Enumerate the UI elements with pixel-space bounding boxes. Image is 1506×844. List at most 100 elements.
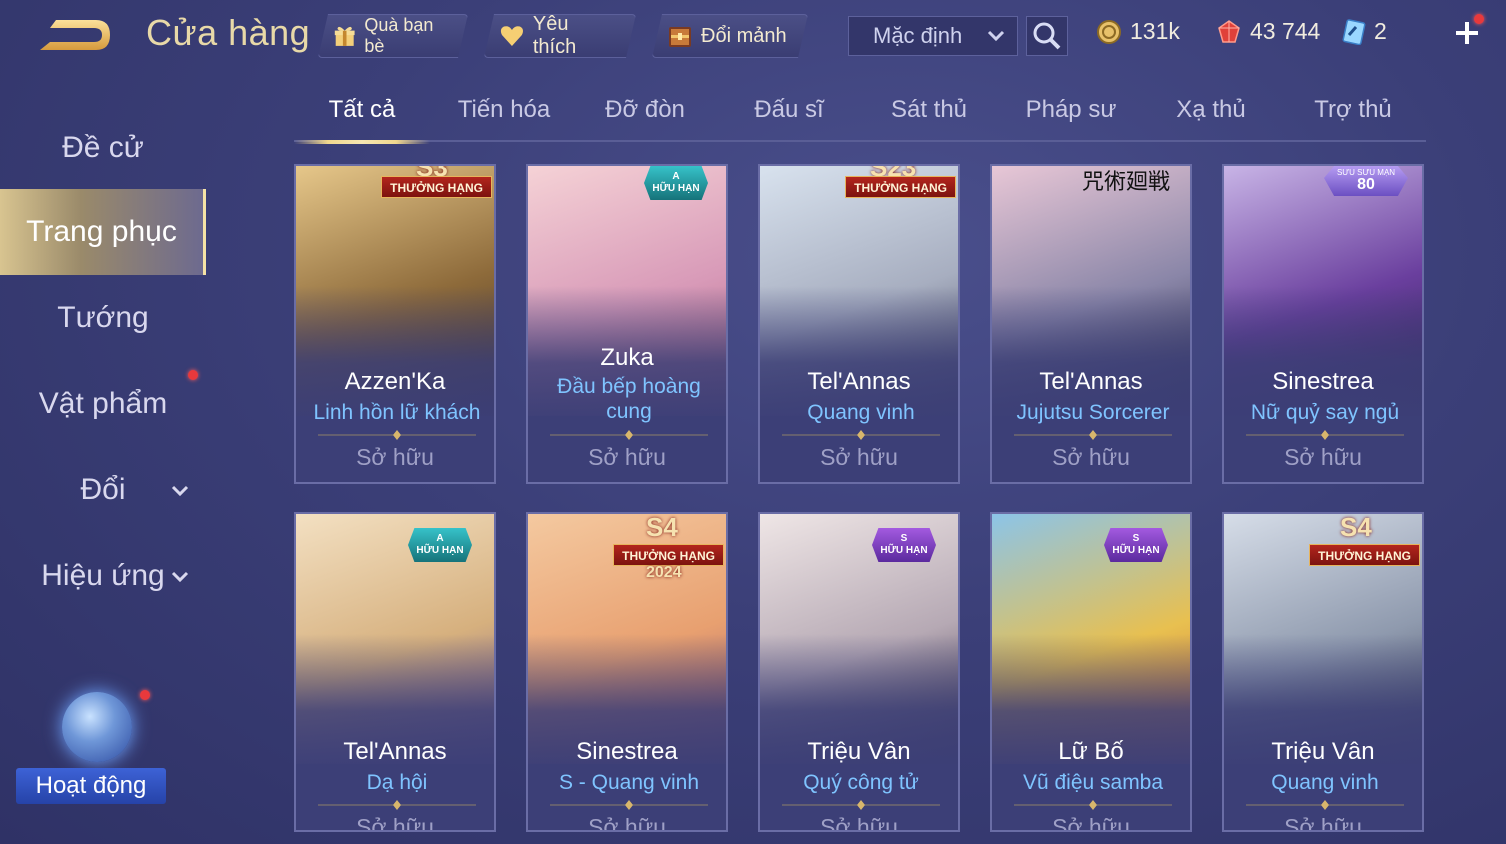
separator-ornament <box>1014 430 1172 440</box>
sidebar-item-effects[interactable]: Hiệu ứng <box>0 536 206 616</box>
favorite-label: Yêu thích <box>532 13 577 58</box>
skin-card[interactable]: S4 THƯỞNG HẠNG Triệu Vân Quang vinh Sở h… <box>1222 512 1424 832</box>
sidebar-item-exchange[interactable]: Đổi <box>0 450 206 530</box>
owned-status: Sở hữu <box>820 814 898 832</box>
hero-name: Tel'Annas <box>1039 368 1143 395</box>
limited-label: HỮU HẠN <box>652 183 700 194</box>
hero-name: Sinestrea <box>576 738 678 765</box>
collection-number: 80 <box>1357 176 1375 193</box>
owned-status: Sở hữu <box>1052 444 1130 470</box>
skin-name: Vũ điệu samba <box>1022 771 1164 794</box>
search-button[interactable] <box>1026 16 1068 56</box>
year-label: 2024 <box>646 564 682 581</box>
separator-ornament <box>1246 800 1404 810</box>
owned-status: Sở hữu <box>1284 814 1362 832</box>
tab-fighter[interactable]: Đấu sĩ <box>724 96 854 140</box>
skin-name: Jujutsu Sorcerer <box>1016 401 1170 424</box>
limited-label: HỮU HẠN <box>1112 545 1160 556</box>
notification-dot <box>140 690 150 700</box>
skin-card[interactable]: S HỮU HẠN Triệu Vân Quý công tử Sở hữu <box>758 512 960 832</box>
limited-label: HỮU HẠN <box>880 545 928 556</box>
chevron-down-icon <box>171 571 189 583</box>
hero-name: Zuka <box>600 344 654 371</box>
limited-badge: S HỮU HẠN <box>1104 528 1168 562</box>
grade-letter: A <box>436 533 444 544</box>
sidebar-item-heroes[interactable]: Tướng <box>0 278 206 358</box>
limited-badge: S HỮU HẠN <box>872 528 936 562</box>
heart-icon <box>499 23 525 49</box>
treasure-chest-icon <box>667 23 693 49</box>
tab-mage[interactable]: Pháp sư <box>1006 96 1136 140</box>
owned-status: Sở hữu <box>820 444 898 470</box>
skin-name: Nữ quỷ say ngủ <box>1250 401 1400 424</box>
hero-name: Sinestrea <box>1272 368 1374 395</box>
skin-grid: S3 THƯỞNG HẠNG Azzen'Ka Linh hồn lữ khác… <box>294 164 1426 844</box>
notification-dot <box>188 370 198 380</box>
owned-status: Sở hữu <box>356 814 434 832</box>
search-icon <box>1033 22 1061 50</box>
grade-letter: S <box>1132 533 1140 544</box>
sort-dropdown[interactable]: Mặc định <box>848 16 1018 56</box>
separator-ornament <box>782 430 940 440</box>
skin-name: Quang vinh <box>807 401 915 424</box>
favorite-button[interactable]: Yêu thích <box>484 14 636 58</box>
sidebar-item-label: Tướng <box>57 301 149 334</box>
fragment-exchange-button[interactable]: Đổi mảnh <box>652 14 808 58</box>
grade-letter: S <box>900 533 908 544</box>
skin-card[interactable]: S3 THƯỞNG HẠNG Azzen'Ka Linh hồn lữ khác… <box>294 164 496 484</box>
ruby-amount: 43 744 <box>1250 18 1321 44</box>
back-arrow-icon[interactable] <box>34 14 114 56</box>
skin-card[interactable]: A HỮU HẠN Tel'Annas Dạ hội Sở hữu <box>294 512 496 832</box>
skin-name: Linh hồn lữ khách <box>313 401 481 424</box>
tab-marksman[interactable]: Xạ thủ <box>1146 96 1276 140</box>
hero-name: Triệu Vân <box>807 738 911 765</box>
separator-ornament <box>318 800 476 810</box>
separator-ornament <box>1014 800 1172 810</box>
skin-card[interactable]: S23 THƯỞNG HẠNG Tel'Annas Quang vinh Sở … <box>758 164 960 484</box>
separator-ornament <box>318 430 476 440</box>
event-button[interactable]: Hoạt động <box>16 692 166 822</box>
skin-card[interactable]: SƯU SƯU MẠN 80 Sinestrea Nữ quỷ say ngủ S… <box>1222 164 1424 484</box>
limited-badge: A HỮU HẠN <box>408 528 472 562</box>
limited-label: HỮU HẠN <box>416 545 464 556</box>
ruby-gem-icon <box>1218 19 1240 43</box>
sidebar-item-items[interactable]: Vật phẩm <box>0 364 206 444</box>
tab-all[interactable]: Tất cả <box>294 96 430 144</box>
tab-support[interactable]: Trợ thủ <box>1288 96 1418 140</box>
rank-reward-badge: THƯỞNG HẠNG <box>381 176 492 198</box>
skin-card[interactable]: A HỮU HẠN Zuka Đầu bếp hoàng cung Sở hữu <box>526 164 728 484</box>
skin-card[interactable]: 咒術廻戦 Tel'Annas Jujutsu Sorcerer Sở hữu <box>990 164 1192 484</box>
hero-name: Tel'Annas <box>343 738 447 765</box>
rank-reward-badge: THƯỞNG HẠNG <box>613 544 724 566</box>
friend-gift-button[interactable]: Quà bạn bè <box>318 14 468 58</box>
owned-status: Sở hữu <box>588 444 666 470</box>
hero-name: Lữ Bố <box>1058 738 1124 765</box>
sidebar-item-label: Hiệu ứng <box>41 559 165 592</box>
event-label: Hoạt động <box>16 768 166 804</box>
owned-status: Sở hữu <box>1052 814 1130 832</box>
sidebar-item-recommended[interactable]: Đề cử <box>0 108 206 188</box>
skin-card[interactable]: S HỮU HẠN Lữ Bố Vũ điệu samba Sở hữu <box>990 512 1192 832</box>
tab-evolution[interactable]: Tiến hóa <box>438 96 570 140</box>
owned-status: Sở hữu <box>356 444 434 470</box>
top-bar: Cửa hàng Quà bạn bè Yêu thích Đổi mảnh M… <box>0 0 1506 72</box>
voucher-amount: 2 <box>1374 18 1387 44</box>
owned-status: Sở hữu <box>1284 444 1362 470</box>
page-title: Cửa hàng <box>146 12 311 53</box>
event-orb-icon <box>62 692 132 762</box>
sidebar-item-skins[interactable]: Trang phục <box>0 189 206 275</box>
gold-coin-icon <box>1097 19 1121 44</box>
gold-balance: 131k <box>1096 18 1180 45</box>
ruby-balance: 43 744 <box>1216 18 1320 45</box>
sidebar-item-label: Vật phẩm <box>38 387 168 420</box>
grade-letter: A <box>672 171 680 182</box>
tab-tank[interactable]: Đỡ đòn <box>580 96 710 140</box>
friend-gift-label: Quà bạn bè <box>364 15 434 56</box>
gold-amount: 131k <box>1130 18 1180 44</box>
tab-assassin[interactable]: Sát thủ <box>864 96 994 140</box>
skin-card[interactable]: S4 THƯỞNG HẠNG 2024 Sinestrea S - Quang … <box>526 512 728 832</box>
limited-badge: A HỮU HẠN <box>644 166 708 200</box>
season-badge: S4 <box>646 512 678 542</box>
sidebar-item-label: Đổi <box>80 473 126 506</box>
chevron-down-icon <box>171 485 189 497</box>
